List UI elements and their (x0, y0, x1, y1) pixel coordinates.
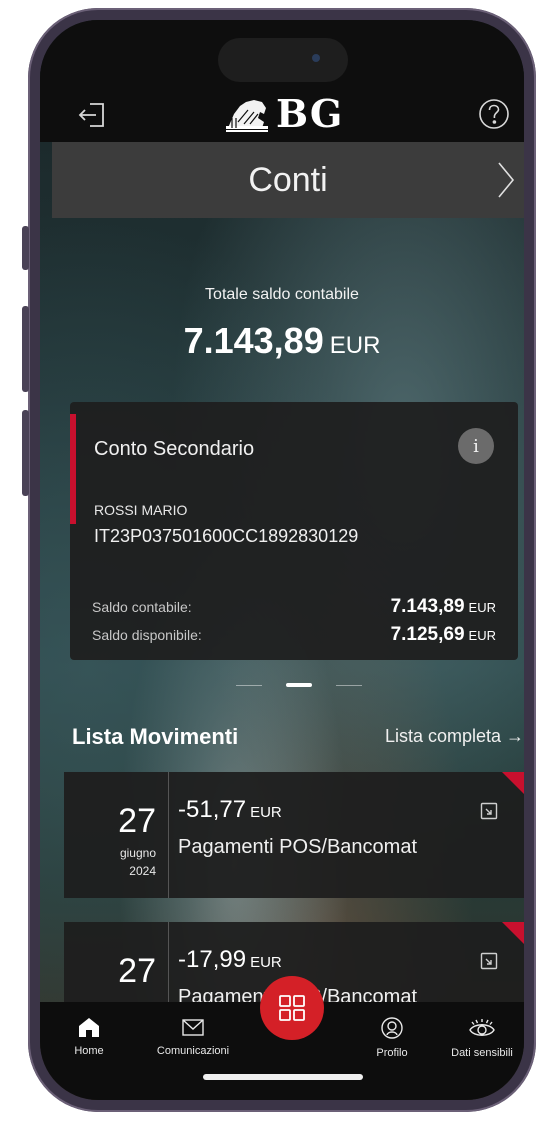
account-card[interactable]: Conto Secondario i ROSSI MARIO IT23P0375… (70, 402, 518, 660)
side-button (22, 410, 29, 496)
envelope-icon (182, 1019, 204, 1036)
side-button (22, 226, 29, 270)
transaction-year: 2024 (129, 864, 156, 878)
section-header[interactable]: Conti (52, 142, 524, 218)
balance-label: Saldo disponibile: (92, 627, 202, 643)
transaction-value: -51,77 (178, 796, 247, 823)
transaction-day: 27 (118, 802, 156, 840)
transaction-amount: -17,99 EUR (178, 946, 282, 974)
top-bar: BG (40, 20, 524, 142)
tab-profilo[interactable]: Profilo (362, 1016, 422, 1059)
transaction-description: Pagamenti POS/Bancomat (178, 836, 418, 858)
tab-label: Profilo (376, 1047, 408, 1059)
main-menu-button[interactable] (260, 976, 324, 1040)
tab-label: Home (74, 1045, 104, 1057)
total-balance-amount: 7.143,89 EUR (40, 320, 524, 362)
balance-currency: EUR (468, 600, 496, 615)
transaction-month: giugno (119, 846, 156, 860)
carousel-dot[interactable] (336, 685, 362, 686)
transaction-month-year: giugno 2024 (120, 844, 156, 880)
transaction-value: -17,99 (178, 946, 247, 973)
total-balance-label: Totale saldo contabile (205, 286, 359, 303)
total-balance-value: 7.143,89 (183, 320, 324, 361)
carousel-indicator[interactable] (40, 683, 524, 689)
dynamic-island (218, 38, 348, 82)
grid-icon (279, 995, 305, 1021)
full-list-link[interactable]: Lista completa → (385, 726, 524, 747)
info-icon[interactable]: i (458, 428, 494, 464)
lion-icon (226, 100, 268, 132)
balance-currency: EUR (468, 628, 496, 643)
home-icon (79, 1018, 99, 1037)
movements-title: Lista Movimenti (72, 724, 239, 749)
home-indicator[interactable] (203, 1074, 363, 1080)
bank-logo: BG (224, 88, 343, 138)
account-iban: IT23P037501600CC1892830129 (94, 526, 359, 546)
open-detail-icon[interactable] (480, 802, 498, 825)
tab-home[interactable]: Home (62, 1016, 116, 1057)
balance-amount: 7.125,69 (390, 624, 465, 645)
unread-marker (502, 772, 524, 794)
balance-amount: 7.143,89 (390, 596, 465, 617)
account-holder: ROSSI MARIO (94, 502, 188, 518)
tab-comunicazioni[interactable]: Comunicazioni (148, 1016, 238, 1057)
tab-dati-sensibili[interactable]: Dati sensibili (440, 1016, 524, 1059)
logo-text: BG (276, 90, 344, 136)
transaction-day: 27 (118, 952, 156, 990)
card-accent-bar (70, 414, 76, 524)
transaction-currency: EUR (250, 954, 282, 971)
tab-label: Dati sensibili (451, 1047, 513, 1059)
profile-icon (381, 1017, 403, 1039)
carousel-dot-active[interactable] (286, 683, 312, 687)
unread-marker (502, 922, 524, 944)
account-name: Conto Secondario (94, 438, 255, 460)
transaction-date: 27 giugno 2024 (64, 772, 169, 898)
balance-value: 7.143,89 EUR (391, 596, 496, 618)
help-icon[interactable] (478, 98, 510, 135)
balance-value: 7.125,69 EUR (391, 624, 496, 646)
total-balance-currency: EUR (329, 332, 381, 359)
balance-row: Saldo disponibile: 7.125,69 EUR (92, 624, 496, 646)
carousel-dot[interactable] (236, 685, 262, 686)
chevron-right-icon[interactable] (496, 160, 516, 205)
tab-label: Comunicazioni (156, 1045, 230, 1057)
logout-icon[interactable] (78, 102, 106, 133)
eye-icon (469, 1019, 495, 1036)
side-button (22, 306, 29, 392)
open-detail-icon[interactable] (480, 952, 498, 975)
balance-label: Saldo contabile: (92, 599, 192, 615)
transaction-currency: EUR (250, 804, 282, 821)
app-screen: BG Conti Totale saldo contabile 7.143,89… (40, 20, 524, 1100)
page-title: Conti (248, 160, 328, 199)
balance-row: Saldo contabile: 7.143,89 EUR (92, 596, 496, 618)
transaction-item[interactable]: 27 giugno 2024 -51,77 EUR Pagamenti POS/B… (64, 772, 524, 898)
transaction-amount: -51,77 EUR (178, 796, 282, 824)
